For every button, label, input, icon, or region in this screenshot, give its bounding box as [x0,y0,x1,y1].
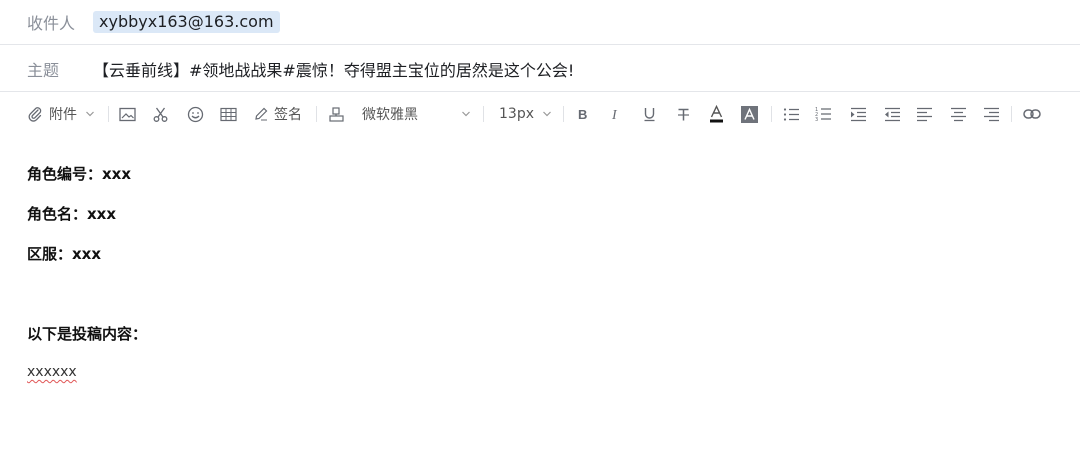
toolbar-divider [316,106,317,122]
signature-button[interactable]: 签名 [253,92,302,136]
compose-window: 收件人 xybbyx163@163.com 主题 【云垂前线】#领地战战果#震惊… [0,0,1080,472]
toolbar-divider [483,106,484,122]
strikethrough-button[interactable] [677,92,690,136]
font-family-select[interactable]: 微软雅黑 [362,92,472,136]
font-color-icon [709,105,724,123]
align-left-icon [916,107,933,122]
font-family-value: 微软雅黑 [362,107,418,123]
format-painter-button[interactable] [328,92,345,136]
underline-icon [643,106,656,122]
recipient-row: 收件人 xybbyx163@163.com [0,0,1080,45]
chevron-down-icon [542,110,552,118]
svg-text:3: 3 [815,117,818,122]
toolbar-divider [108,106,109,122]
paperclip-icon [27,106,43,122]
outdent-button[interactable] [884,92,901,136]
recipient-label: 收件人 [27,14,76,33]
emoji-button[interactable] [187,92,204,136]
indent-icon [850,107,867,122]
chevron-down-icon [461,110,471,118]
bold-button[interactable]: B [577,92,589,136]
body-role-id: 角色编号：xxx [27,165,132,183]
font-color-button[interactable] [709,92,724,136]
indent-button[interactable] [850,92,867,136]
bold-icon: B [577,107,589,121]
subject-label: 主题 [27,61,60,80]
link-icon [1023,108,1041,120]
scissors-icon [152,106,169,123]
strikethrough-icon [677,107,690,122]
attachment-label: 附件 [49,107,77,123]
image-icon [119,107,136,122]
bullet-list-button[interactable] [783,92,800,136]
toolbar-divider [771,106,772,122]
align-center-icon [950,107,967,122]
insert-link-button[interactable] [1023,92,1041,136]
align-right-icon [983,107,1000,122]
numbered-list-button[interactable]: 123 [815,92,832,136]
toolbar-divider [1011,106,1012,122]
align-center-button[interactable] [950,92,967,136]
toolbar-divider [563,106,564,122]
italic-button[interactable]: I [610,92,622,136]
insert-table-button[interactable] [220,92,237,136]
align-left-button[interactable] [916,92,933,136]
font-size-select[interactable]: 13px [499,92,552,136]
svg-text:I: I [611,108,618,121]
italic-icon: I [610,107,622,121]
body-submission-content: xxxxxx [27,364,77,380]
svg-text:B: B [578,107,587,121]
chevron-down-icon [85,110,95,118]
stamp-icon [328,106,345,123]
screenshot-button[interactable] [152,92,169,136]
editor-toolbar: 附件 签名 微软雅黑 13px B I 1 2 3 [0,92,1080,136]
numbered-list-icon: 123 [815,106,832,122]
font-size-value: 13px [499,106,534,122]
insert-image-button[interactable] [119,92,136,136]
table-icon [220,107,237,122]
attachment-button[interactable]: 附件 [27,92,95,136]
body-submission-heading: 以下是投稿内容： [27,325,148,343]
outdent-icon [884,107,901,122]
align-right-button[interactable] [983,92,1000,136]
body-role-name: 角色名：xxx [27,205,117,223]
recipient-chip[interactable]: xybbyx163@163.com [93,11,280,33]
body-server: 区服：xxx [27,245,102,263]
subject-row: 主题 【云垂前线】#领地战战果#震惊！夺得盟主宝位的居然是这个公会! [0,45,1080,92]
pen-icon [253,106,269,122]
subject-input[interactable]: 【云垂前线】#领地战战果#震惊！夺得盟主宝位的居然是这个公会! [93,57,574,81]
emoji-icon [187,106,204,123]
highlight-icon [741,105,758,123]
highlight-button[interactable] [741,92,758,136]
underline-button[interactable] [643,92,656,136]
bullet-list-icon [783,107,800,122]
signature-label: 签名 [274,107,302,123]
